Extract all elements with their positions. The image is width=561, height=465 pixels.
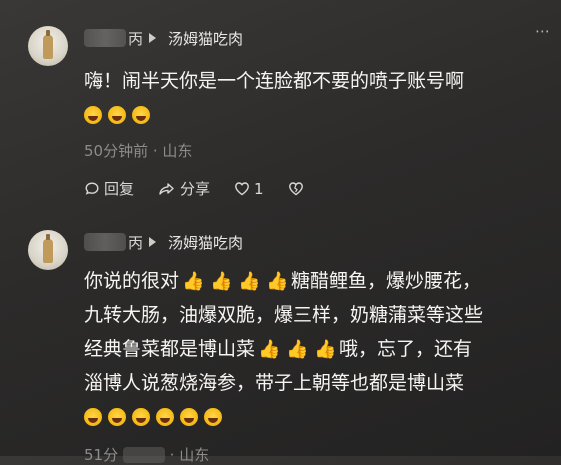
dislike-button[interactable] [288, 181, 308, 196]
emoji-row [84, 400, 554, 434]
broken-heart-icon [288, 182, 303, 196]
avatar[interactable] [28, 26, 68, 66]
like-count: 1 [254, 179, 264, 198]
like-button[interactable]: 1 [234, 180, 264, 198]
heart-icon [235, 182, 249, 196]
comment-line: 你说的很对 👍 👍 👍 👍 糖醋鲤鱼，爆炒腰花， [84, 264, 554, 298]
blurred-username[interactable] [84, 29, 126, 47]
username-suffix[interactable]: 丙 [128, 28, 143, 49]
meta-time-fragment: 51分 [84, 446, 119, 464]
laugh-cry-icon [108, 106, 126, 124]
comment-text: 嗨！闹半天你是一个连脸都不要的喷子账号啊 [84, 64, 554, 132]
comment-text: 你说的很对 👍 👍 👍 👍 糖醋鲤鱼，爆炒腰花， 九转大肠，油爆双脆，爆三样，奶糖蒲菜等这… [84, 264, 554, 434]
text-segment: 经典鲁菜都是博山菜 [84, 338, 256, 360]
comment-line: 淄博人说葱烧海参，带子上朝等也都是博山菜 [84, 372, 465, 394]
comment-meta: 50分钟前 · 山东 [84, 142, 193, 160]
thumbs-up-icon: 👍 [314, 339, 337, 360]
comment-meta: 51分 · 山东 [84, 444, 209, 465]
text-segment: 哦，忘了，还有 [339, 338, 473, 360]
reply-label: 回复 [104, 180, 135, 198]
comment-line: 九转大肠，油爆双脆，爆三样，奶糖蒲菜等这些 [84, 304, 484, 326]
thumbs-up-icon: 👍 [286, 339, 309, 360]
laugh-cry-icon [132, 106, 150, 124]
reply-target-name[interactable]: 汤姆猫吃肉 [168, 232, 243, 253]
reply-to-arrow-icon [149, 33, 157, 43]
thumbs-up-icon: 👍 [258, 339, 281, 360]
comment-header: 丙 汤姆猫吃肉 [84, 230, 243, 254]
laugh-cry-icon [108, 408, 126, 426]
laugh-cry-icon [84, 106, 102, 124]
reply-to-arrow-icon [149, 237, 157, 247]
avatar-bottle-image [43, 234, 53, 263]
text-segment: 你说的很对 [84, 270, 180, 292]
laugh-cry-icon [156, 408, 174, 426]
comment-header: 丙 汤姆猫吃肉 [84, 26, 243, 50]
reply-target-name[interactable]: 汤姆猫吃肉 [168, 28, 243, 49]
comment-actions: 回复 分享 1 [84, 178, 332, 199]
reply-bubble-icon [85, 181, 99, 195]
avatar[interactable] [28, 230, 68, 270]
laugh-cry-icon [180, 408, 198, 426]
comment-line: 嗨！闹半天你是一个连脸都不要的喷子账号啊 [84, 70, 465, 92]
thumbs-up-icon: 👍 [266, 271, 289, 292]
avatar-bottle-image [43, 30, 53, 59]
emoji-row [84, 98, 554, 132]
blurred-username[interactable] [84, 233, 126, 251]
laugh-cry-icon [84, 408, 102, 426]
share-arrow-icon [159, 182, 174, 195]
reply-button[interactable]: 回复 [84, 178, 134, 199]
laugh-cry-icon [132, 408, 150, 426]
share-label: 分享 [180, 180, 211, 198]
text-segment: 糖醋鲤鱼，爆炒腰花， [291, 270, 482, 292]
thumbs-up-icon: 👍 [182, 271, 205, 292]
blurred-meta [122, 447, 165, 463]
thumbs-up-icon: 👍 [210, 271, 233, 292]
laugh-cry-icon [204, 408, 222, 426]
share-button[interactable]: 分享 [158, 178, 210, 199]
more-options-icon[interactable]: ⋯ [533, 22, 553, 40]
comment-line: 经典鲁菜都是博山菜 👍 👍 👍 哦，忘了，还有 [84, 332, 554, 366]
username-suffix[interactable]: 丙 [128, 232, 143, 253]
thumbs-up-icon: 👍 [238, 271, 261, 292]
meta-location: · 山东 [169, 446, 210, 464]
